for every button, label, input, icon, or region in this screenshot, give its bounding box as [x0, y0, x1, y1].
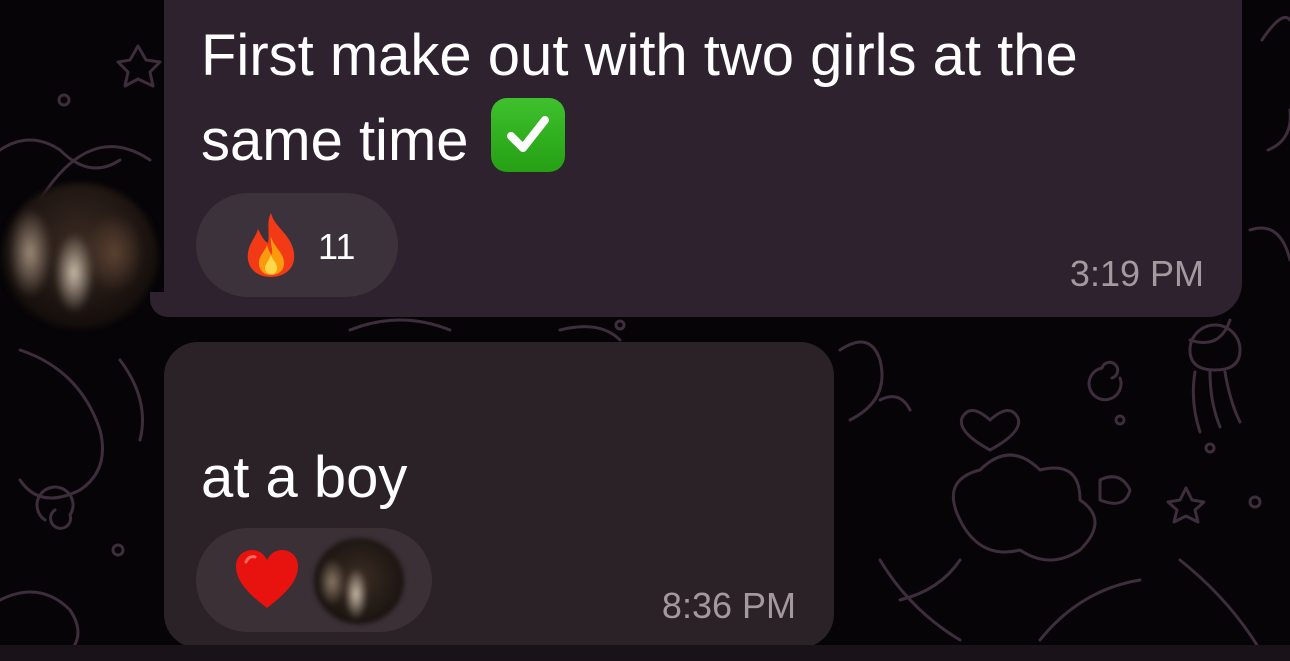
red-heart-emoji-icon — [236, 550, 298, 608]
message-text-content: First make out with two girls at the sam… — [201, 23, 1078, 173]
check-mark-emoji-icon — [490, 98, 565, 172]
fire-emoji-icon — [247, 213, 295, 277]
reaction-pill-fire[interactable]: 11 — [196, 193, 398, 297]
message-timestamp: 8:36 PM — [661, 585, 796, 626]
reactor-avatar — [314, 538, 404, 624]
message-bubble[interactable]: First make out with two girls at the sam… — [164, 0, 1242, 317]
message-text: First make out with two girls at the sam… — [201, 14, 1221, 183]
message-text: at a boy — [201, 445, 408, 510]
sender-avatar[interactable] — [2, 183, 158, 329]
message-bubble[interactable]: at a boy 8:36 PM — [164, 342, 834, 648]
bottom-bar — [0, 645, 1290, 661]
reaction-count: 11 — [318, 226, 356, 267]
message-timestamp: 3:19 PM — [1069, 253, 1204, 294]
reaction-pill-heart[interactable] — [196, 528, 432, 632]
